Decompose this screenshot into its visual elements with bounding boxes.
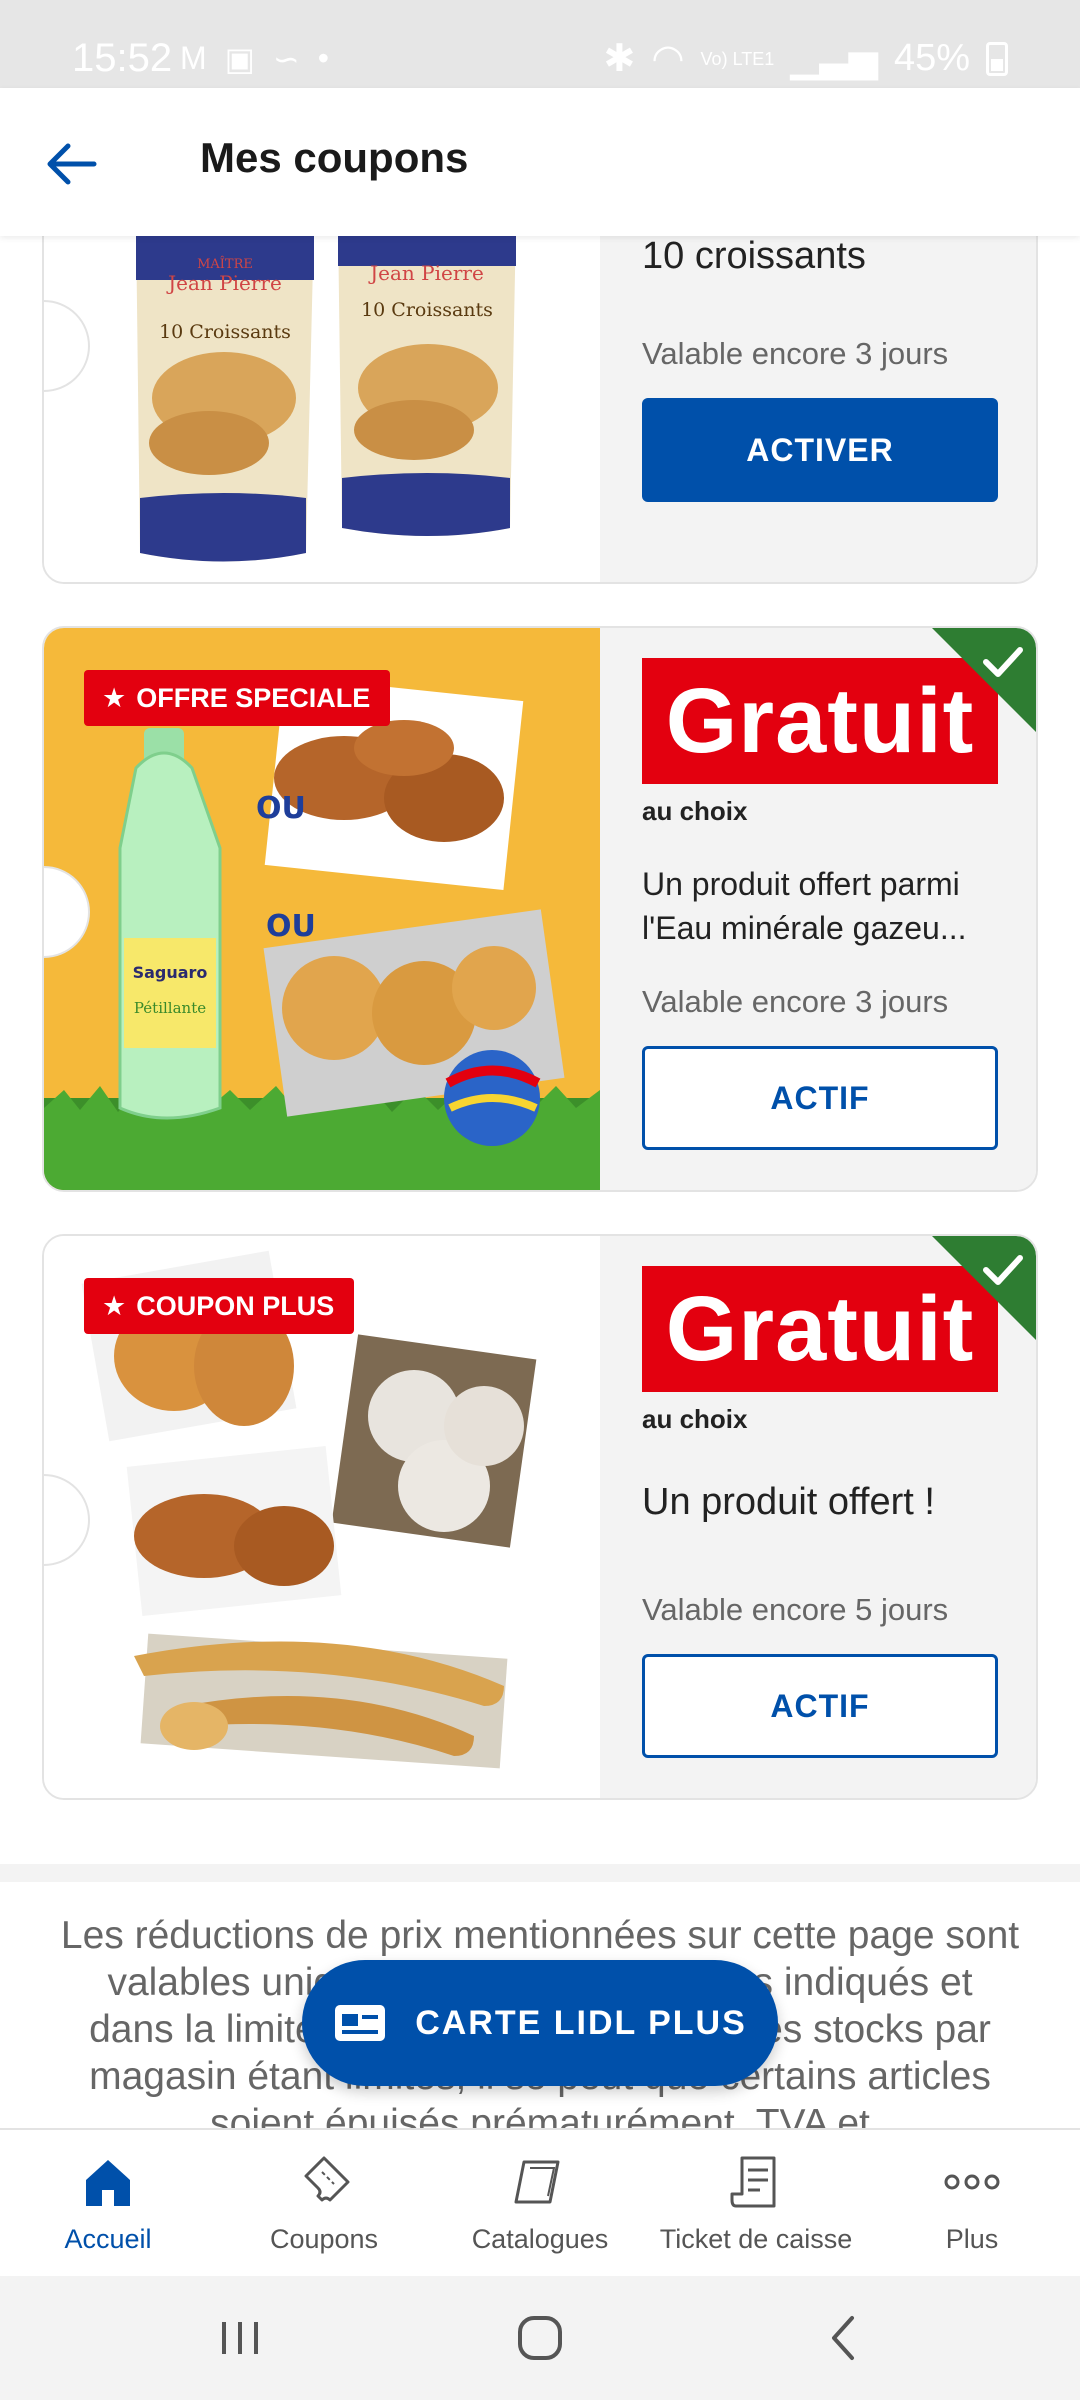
coupon-description: Un produit offert !	[642, 1481, 935, 1523]
active-button[interactable]: ACTIF	[642, 1046, 998, 1150]
au-choix-label: au choix	[642, 796, 748, 826]
page-title: Mes coupons	[200, 134, 469, 181]
nav-item-catalogues[interactable]: Catalogues	[432, 2130, 648, 2276]
coupon-card[interactable]: Saguaro Pétillante OU OU ★ OFFRE SPECIAL…	[42, 626, 1038, 1192]
nav-item-accueil[interactable]: Accueil	[0, 2130, 216, 2276]
home-icon	[86, 2160, 130, 2206]
wifi-icon: ◠	[651, 38, 685, 80]
coupon-plus-badge: ★ COUPON PLUS	[84, 1278, 355, 1334]
back-button[interactable]	[40, 132, 104, 196]
home-button-icon[interactable]	[510, 2308, 570, 2368]
gmail-icon: M	[180, 40, 207, 76]
activate-button[interactable]: ACTIVER	[642, 398, 998, 502]
status-bar: 15:52 M ▣ ∽ • ✱ ◠ Vo) LTE1 ▁▃▅ 45%	[0, 0, 1080, 88]
coupon-title: 10 croissants	[642, 236, 866, 277]
coupon-card[interactable]: ★ COUPON PLUS Gratuit au choix Un produi…	[42, 1234, 1038, 1800]
badge-label: COUPON PLUS	[136, 1290, 335, 1321]
coupon-validity: Valable encore 5 jours	[642, 1592, 949, 1627]
coupon-card[interactable]: MAÎTRE Jean Pierre 10 Croissants Jean Pi…	[42, 236, 1038, 584]
bag-product: 10 Croissants	[159, 321, 291, 343]
nav-label: Accueil	[64, 2224, 152, 2254]
system-status: ✱ ◠ Vo) LTE1 ▁▃▅ 45%	[604, 36, 1008, 81]
network-label: Vo) LTE1	[700, 48, 775, 69]
coupon-icon	[304, 2156, 350, 2202]
au-choix-label: au choix	[642, 1404, 748, 1434]
star-icon: ★	[102, 1290, 127, 1321]
nav-item-plus[interactable]: Plus	[864, 2130, 1080, 2276]
active-check-icon	[932, 628, 1036, 732]
bluetooth-icon: ✱	[603, 38, 636, 80]
bag-brand: Jean Pierre	[166, 271, 282, 295]
star-icon: ★	[102, 682, 127, 713]
status-time: 15:52	[72, 36, 173, 80]
notification-icons: M ▣ ∽ •	[180, 40, 329, 78]
bag2-brand: Jean Pierre	[368, 261, 484, 285]
bottle-brand: Saguaro	[133, 963, 208, 982]
back-nav-icon[interactable]	[814, 2308, 874, 2368]
nav-label: Coupons	[269, 2224, 379, 2254]
coupon-validity: Valable encore 3 jours	[642, 336, 949, 371]
receipt-icon	[730, 2156, 776, 2208]
back-arrow-icon	[47, 143, 97, 185]
bag2-product: 10 Croissants	[361, 299, 493, 321]
offre-speciale-badge: ★ OFFRE SPECIALE	[84, 670, 391, 726]
or-label-2: OU	[266, 909, 316, 944]
or-label-1: OU	[256, 791, 306, 826]
bottom-navigation: Accueil Coupons Catalogues Ticket de cai…	[0, 2128, 1080, 2276]
signal-wave-icon: ∽	[272, 41, 300, 77]
coupon-description: Un produit offert parmi l'Eau minérale g…	[642, 866, 967, 946]
nav-item-ticket[interactable]: Ticket de caisse	[648, 2130, 864, 2276]
coupon-validity: Valable encore 3 jours	[642, 984, 949, 1019]
catalogue-icon	[514, 2160, 560, 2204]
battery-icon	[986, 41, 1008, 76]
badge-label: OFFRE SPECIALE	[136, 682, 371, 713]
active-check-icon	[932, 1236, 1036, 1340]
nav-label: Ticket de caisse	[659, 2224, 853, 2254]
nav-item-coupons[interactable]: Coupons	[216, 2130, 432, 2276]
dot-icon: •	[317, 40, 329, 76]
app-header: Mes coupons	[0, 88, 1080, 236]
nav-label: Plus	[945, 2224, 999, 2254]
loyalty-card-icon	[335, 2005, 386, 2041]
bag-brand-prefix: MAÎTRE	[197, 256, 253, 272]
lidl-plus-card-label: CARTE LIDL PLUS	[415, 2003, 747, 2042]
recent-apps-icon[interactable]	[210, 2308, 270, 2368]
nav-label: Catalogues	[471, 2224, 609, 2254]
cell-signal-icon: ▁▃▅	[790, 38, 878, 80]
coupon-info: 10 croissants Valable encore 3 jours ACT…	[600, 236, 1036, 582]
battery-label: 45%	[893, 37, 970, 79]
active-button[interactable]: ACTIF	[642, 1654, 998, 1758]
bottle-type: Pétillante	[134, 999, 206, 1017]
coupon-image-croissants: MAÎTRE Jean Pierre 10 Croissants Jean Pi…	[44, 236, 600, 582]
coupon-list[interactable]: MAÎTRE Jean Pierre 10 Croissants Jean Pi…	[0, 236, 1080, 2128]
gallery-icon: ▣	[224, 41, 255, 77]
lidl-plus-card-button[interactable]: CARTE LIDL PLUS	[302, 1960, 778, 2086]
system-navigation-bar	[0, 2276, 1080, 2400]
more-icon	[944, 2174, 1000, 2190]
